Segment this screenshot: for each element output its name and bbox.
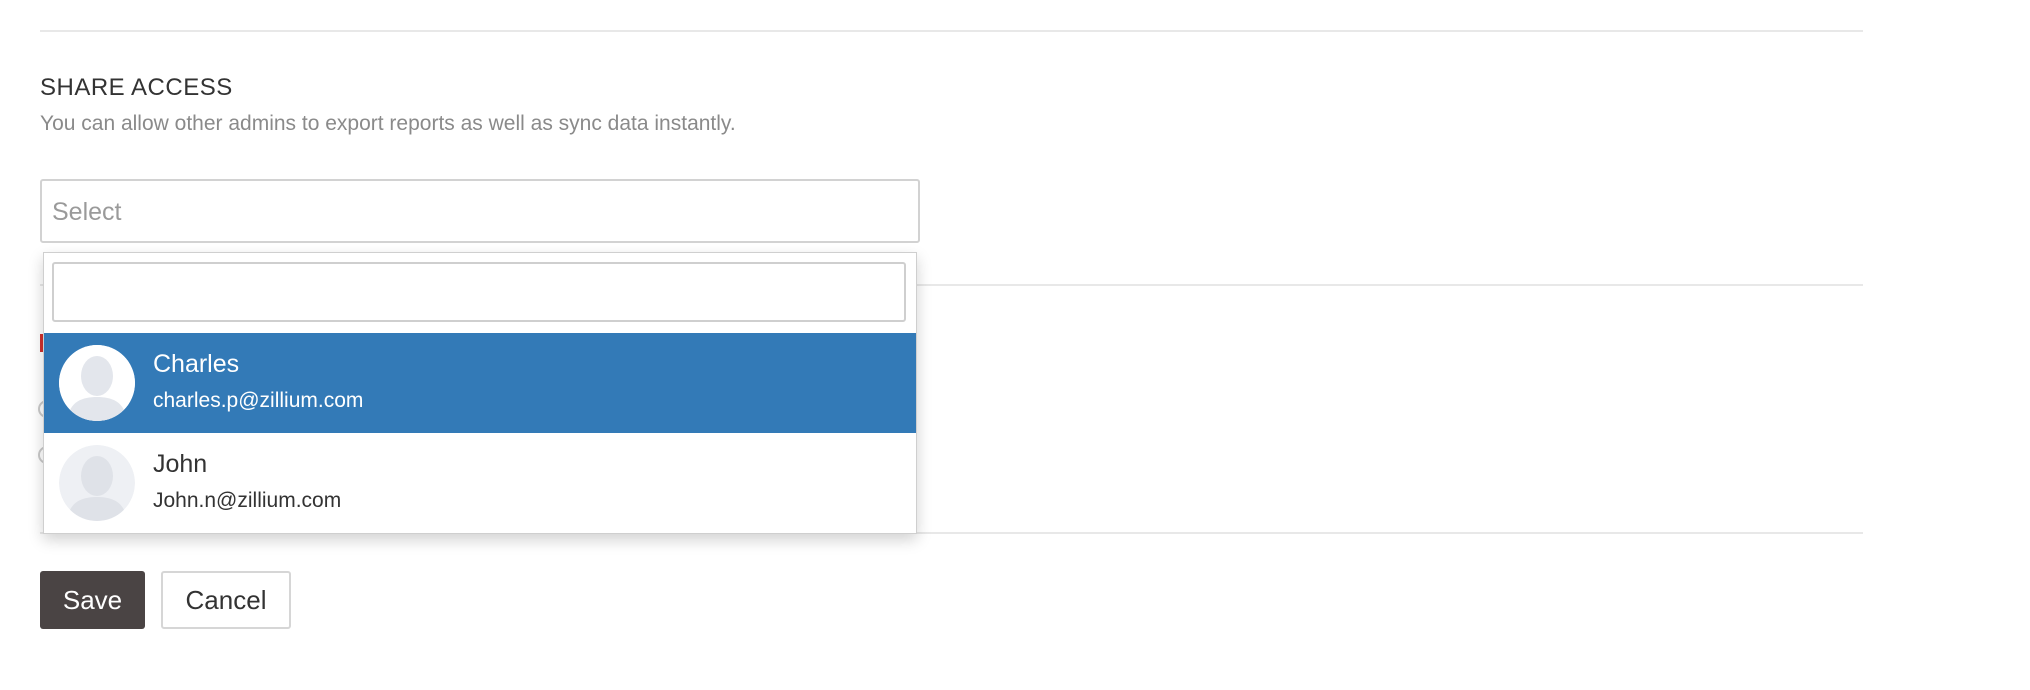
option-name: John — [153, 450, 208, 478]
top-divider — [40, 30, 1863, 32]
cancel-button[interactable]: Cancel — [161, 571, 291, 629]
dropdown-option-john[interactable]: John John.n@zillium.com — [44, 433, 916, 533]
save-button[interactable]: Save — [40, 571, 145, 629]
dropdown-option-charles[interactable]: Charles charles.p@zillium.com — [44, 333, 916, 433]
option-email: charles.p@zillium.com — [153, 389, 364, 412]
section-title: SHARE ACCESS — [40, 74, 233, 101]
admin-select[interactable]: Select — [40, 179, 920, 243]
option-email: John.n@zillium.com — [153, 489, 342, 512]
user-silhouette-icon — [59, 345, 135, 421]
dropdown-search-input[interactable] — [52, 262, 906, 322]
select-placeholder: Select — [52, 198, 122, 226]
section-description: You can allow other admins to export rep… — [40, 112, 736, 135]
option-name: Charles — [153, 350, 240, 378]
select-dropdown: Charles charles.p@zillium.com John John.… — [43, 252, 917, 534]
user-silhouette-icon — [59, 445, 135, 521]
